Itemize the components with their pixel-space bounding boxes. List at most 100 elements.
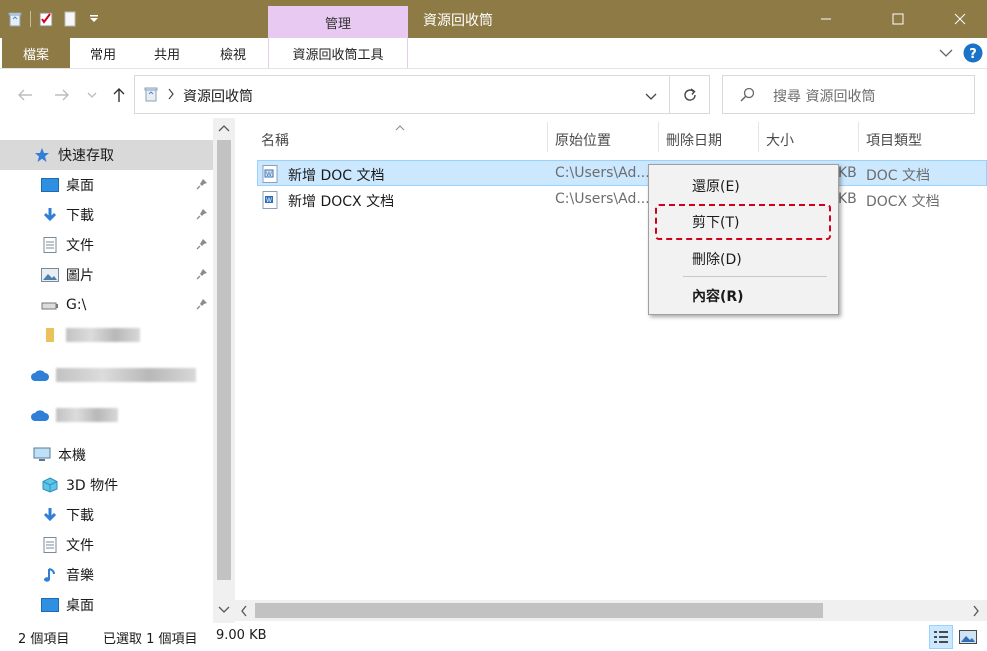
sidebar-item-label: 文件 xyxy=(66,238,94,254)
pin-icon[interactable] xyxy=(196,178,208,194)
scroll-down-icon[interactable] xyxy=(218,604,230,619)
file-location: C:\Users\Ad... xyxy=(555,165,650,181)
document-icon xyxy=(40,235,60,255)
file-type: DOCX 文档 xyxy=(866,194,940,210)
file-list-horizontal-scrollbar[interactable] xyxy=(235,600,987,621)
breadcrumb-separator-icon[interactable] xyxy=(167,88,175,104)
pin-icon[interactable] xyxy=(196,298,208,314)
sidebar-item-desktop[interactable]: 桌面 xyxy=(0,170,213,200)
menu-item-delete[interactable]: 刪除(D) xyxy=(692,249,742,269)
large-icons-view-button[interactable] xyxy=(956,625,980,649)
properties-icon[interactable] xyxy=(37,10,55,28)
forward-arrow-icon xyxy=(55,89,69,101)
details-view-button[interactable] xyxy=(929,625,953,649)
redacted-label xyxy=(56,408,118,422)
redacted-label xyxy=(56,368,196,382)
close-button[interactable] xyxy=(937,0,983,38)
status-bar: 2 個項目 已選取 1 個項目 9.00 KB xyxy=(0,623,987,651)
scrollbar-thumb[interactable] xyxy=(255,603,823,618)
recent-locations-button[interactable] xyxy=(84,84,100,106)
column-divider[interactable] xyxy=(547,122,548,152)
minimize-icon xyxy=(821,18,831,20)
scroll-up-icon[interactable] xyxy=(218,122,230,137)
file-name: 新增 DOC 文档 xyxy=(288,168,385,184)
pictures-icon xyxy=(40,265,60,285)
pin-icon[interactable] xyxy=(196,268,208,284)
sidebar-item-3d-objects[interactable]: 3D 物件 xyxy=(0,470,213,500)
window-title: 資源回收筒 xyxy=(423,13,493,29)
sidebar-item-pictures[interactable]: 圖片 xyxy=(0,260,213,290)
scrollbar-thumb[interactable] xyxy=(217,140,231,580)
large-icons-view-icon xyxy=(959,630,977,644)
column-divider[interactable] xyxy=(658,122,659,152)
maximize-icon xyxy=(892,13,904,25)
column-header-date-deleted[interactable]: 刪除日期 xyxy=(666,130,722,150)
sidebar-item-onedrive-1[interactable] xyxy=(0,360,213,390)
menu-item-restore[interactable]: 還原(E) xyxy=(692,176,740,196)
sidebar-item-label: 文件 xyxy=(66,538,94,554)
tab-home[interactable]: 常用 xyxy=(74,38,132,68)
file-size: KB xyxy=(838,191,857,207)
sidebar-item-this-pc[interactable]: 本機 xyxy=(0,440,213,470)
refresh-button[interactable] xyxy=(670,75,710,114)
file-location: C:\Users\Ad... xyxy=(555,191,650,207)
address-bar[interactable]: 資源回收筒 xyxy=(134,75,670,114)
search-placeholder: 搜尋 資源回收筒 xyxy=(773,89,876,105)
column-header-name[interactable]: 名稱 xyxy=(261,130,289,150)
customize-toolbar-icon[interactable] xyxy=(85,10,103,28)
sidebar-item-label: 3D 物件 xyxy=(66,478,119,494)
tab-manage[interactable]: 管理 xyxy=(268,6,408,38)
table-row[interactable]: W 新增 DOCX 文档 C:\Users\Ad... KB DOCX 文档 xyxy=(257,187,987,213)
new-folder-icon[interactable] xyxy=(61,10,79,28)
breadcrumb-recycle-bin[interactable]: 資源回收筒 xyxy=(183,86,253,106)
chevron-down-icon[interactable] xyxy=(939,47,953,62)
pin-icon[interactable] xyxy=(196,208,208,224)
address-dropdown-icon[interactable] xyxy=(645,90,657,105)
minimize-button[interactable] xyxy=(803,0,849,38)
table-row[interactable]: W 新增 DOC 文档 C:\Users\Ad... KB DOC 文档 xyxy=(257,160,987,186)
sidebar-item-downloads[interactable]: 下載 xyxy=(0,200,213,230)
maximize-button[interactable] xyxy=(875,0,921,38)
sidebar-item-label: 桌面 xyxy=(66,178,94,194)
desktop-icon xyxy=(40,175,60,195)
navigation-scrollbar[interactable] xyxy=(213,118,235,623)
up-arrow-icon xyxy=(113,88,125,102)
column-header-type[interactable]: 項目類型 xyxy=(866,130,922,150)
help-icon[interactable]: ? xyxy=(963,43,983,67)
back-button[interactable] xyxy=(14,84,36,106)
sidebar-item-label: 下載 xyxy=(66,208,94,224)
search-box[interactable]: 搜尋 資源回收筒 xyxy=(722,75,975,114)
sidebar-item-label: 圖片 xyxy=(66,268,94,284)
scroll-left-icon[interactable] xyxy=(240,605,248,621)
star-icon xyxy=(32,145,52,165)
sidebar-item-music[interactable]: 音樂 xyxy=(0,560,213,590)
sidebar-item-onedrive-2[interactable] xyxy=(0,400,213,430)
tab-share[interactable]: 共用 xyxy=(138,38,196,68)
sidebar-item-drive-g[interactable]: G:\ xyxy=(0,290,213,320)
recycle-bin-icon xyxy=(6,10,24,28)
up-button[interactable] xyxy=(108,84,130,106)
sidebar-item-pc-downloads[interactable]: 下載 xyxy=(0,500,213,530)
pin-icon[interactable] xyxy=(196,238,208,254)
column-divider[interactable] xyxy=(858,122,859,152)
title-bar: 管理 資源回收筒 xyxy=(0,0,987,38)
sidebar-item-pc-desktop[interactable]: 桌面 xyxy=(0,590,213,620)
quick-access-toolbar xyxy=(6,8,103,30)
tab-recycle-bin-tools[interactable]: 資源回收筒工具 xyxy=(268,38,408,68)
column-divider[interactable] xyxy=(758,122,759,152)
menu-item-properties[interactable]: 內容(R) xyxy=(692,286,744,306)
scroll-right-icon[interactable] xyxy=(972,605,980,621)
column-header-size[interactable]: 大小 xyxy=(766,130,794,150)
cube-icon xyxy=(40,475,60,495)
sidebar-item-documents[interactable]: 文件 xyxy=(0,230,213,260)
sidebar-item-quick-access[interactable]: 快速存取 xyxy=(0,140,213,170)
sidebar-item-pc-documents[interactable]: 文件 xyxy=(0,530,213,560)
column-header-location[interactable]: 原始位置 xyxy=(555,130,611,150)
tab-view[interactable]: 檢視 xyxy=(203,38,263,68)
forward-button[interactable] xyxy=(51,84,73,106)
word-document-icon: W xyxy=(262,191,278,213)
tab-file[interactable]: 檔案 xyxy=(2,38,70,68)
sidebar-item-folder-obscured[interactable] xyxy=(0,320,213,350)
ribbon-tabs: 檔案 常用 共用 檢視 資源回收筒工具 ? xyxy=(0,38,987,69)
svg-text:W: W xyxy=(266,197,272,204)
